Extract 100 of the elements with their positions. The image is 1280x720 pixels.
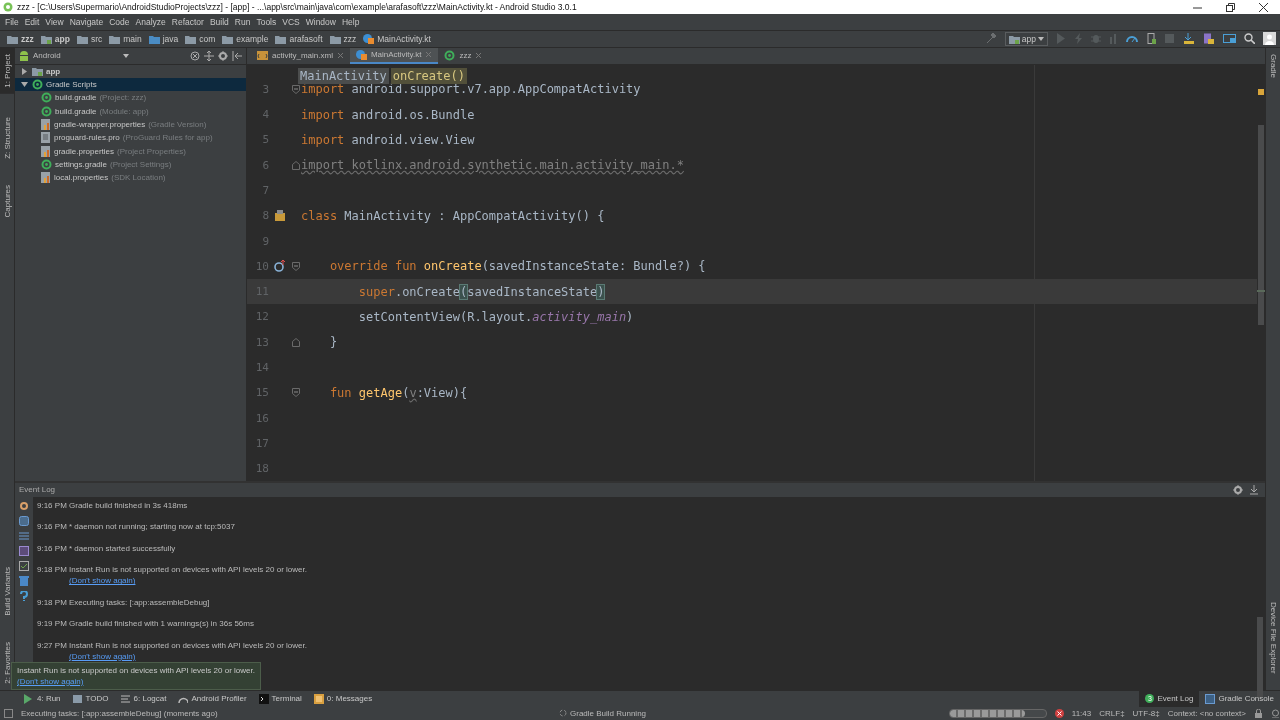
scrollbar-thumb[interactable] — [1258, 124, 1264, 325]
breadcrumb-item[interactable]: java — [145, 33, 183, 44]
link[interactable]: (Don't show again) — [69, 650, 136, 662]
device-icon[interactable] — [1146, 33, 1156, 45]
breadcrumb-item[interactable]: MainActivity.kt — [360, 33, 435, 45]
lines-icon[interactable] — [19, 530, 29, 542]
trash-icon[interactable] — [19, 575, 29, 587]
fold-icon[interactable] — [292, 84, 300, 94]
hammer-icon[interactable] — [985, 33, 997, 45]
breadcrumb-item[interactable]: src — [73, 33, 107, 44]
collapsed-arrow-icon[interactable] — [20, 67, 28, 75]
breadcrumb-item[interactable]: arafasoft — [272, 33, 327, 44]
menu-item[interactable]: Code — [106, 16, 133, 27]
user-icon[interactable] — [1263, 32, 1276, 46]
log-message: Executing tasks: [:app:assembleDebug] — [69, 596, 210, 608]
breadcrumb-item[interactable]: zzz — [4, 33, 38, 44]
breadcrumb-item[interactable]: com — [182, 33, 220, 44]
menu-item[interactable]: Analyze — [132, 16, 169, 27]
run-configuration-dropdown[interactable]: app — [1004, 31, 1048, 46]
menu-item[interactable]: Tools — [253, 16, 280, 27]
editor-tab[interactable]: zzz — [438, 47, 489, 64]
layout-icon[interactable] — [1223, 33, 1236, 45]
breadcrumb-item[interactable]: example — [219, 33, 273, 44]
checkbox-icon[interactable] — [4, 708, 13, 718]
tool-window-button[interactable]: Terminal — [252, 690, 308, 707]
menu-item[interactable]: View — [42, 16, 67, 27]
expanded-arrow-icon[interactable] — [20, 81, 28, 89]
close-icon[interactable] — [1259, 2, 1268, 12]
cancel-icon[interactable] — [1054, 708, 1064, 718]
search-icon[interactable] — [1244, 33, 1255, 45]
line-number: 8 — [261, 209, 269, 223]
line-number: 17 — [254, 436, 269, 450]
view-selector-dropdown[interactable]: Android — [19, 50, 129, 62]
menu-item[interactable]: Refactor — [168, 16, 207, 27]
tool-window-tab[interactable]: Z: Structure — [0, 111, 14, 166]
link[interactable]: (Don't show again) — [69, 575, 136, 587]
context-label[interactable]: Context: <no context> — [1167, 708, 1246, 718]
caret-icon — [123, 53, 129, 58]
fold-end-icon[interactable] — [292, 337, 300, 347]
log-time: 9:16 PM — [37, 499, 68, 511]
breadcrumb-item[interactable]: onCreate() — [390, 67, 467, 84]
balloon-icon[interactable] — [19, 515, 29, 527]
menu-item[interactable]: Help — [338, 16, 363, 27]
hide-icon[interactable] — [232, 50, 242, 61]
settings-icon[interactable] — [218, 50, 228, 61]
line-separator[interactable]: CRLF‡ — [1099, 708, 1125, 718]
inspector-icon[interactable] — [1271, 708, 1280, 718]
restore-icon[interactable] — [1226, 2, 1235, 12]
collapse-icon[interactable] — [204, 50, 214, 61]
code-line: import android.support.v7.app.AppCompatActivity — [301, 82, 641, 97]
tree-item[interactable]: Gradle Scripts — [15, 77, 246, 92]
menu-item[interactable]: Run — [231, 16, 254, 27]
tool-window-tab[interactable]: 2: Favorites — [0, 635, 14, 690]
link[interactable]: (Don't show again) — [17, 675, 84, 687]
line-number: 12 — [254, 310, 269, 324]
breadcrumb-item[interactable]: main — [106, 33, 146, 44]
checkbox-icon[interactable] — [19, 560, 29, 572]
override-marker-icon[interactable] — [274, 260, 286, 273]
line-number: 10 — [254, 259, 269, 273]
settings-icon[interactable] — [1233, 484, 1243, 495]
fold-icon[interactable] — [292, 388, 300, 398]
tool-window-button[interactable]: Gradle Console — [1199, 690, 1280, 707]
window-icon[interactable] — [19, 545, 29, 557]
file-encoding[interactable]: UTF-8‡ — [1132, 708, 1160, 718]
line-number: 3 — [261, 82, 269, 96]
task-label: Gradle Build Running — [570, 708, 647, 718]
help-icon[interactable] — [19, 590, 29, 602]
breadcrumb-item[interactable]: app — [37, 33, 74, 44]
avd-icon[interactable] — [1203, 33, 1215, 45]
tree-item[interactable]: app — [15, 64, 246, 78]
fold-icon[interactable] — [292, 261, 300, 271]
tool-window-tab[interactable]: Gradle — [1266, 47, 1280, 84]
tool-window-tab[interactable]: Build Variants — [0, 561, 14, 622]
menu-item[interactable]: Edit — [21, 16, 43, 27]
hide-icon[interactable] — [1249, 484, 1259, 495]
tool-window-button[interactable]: 4: Run — [18, 690, 67, 707]
tool-window-button[interactable]: Android Profiler — [172, 690, 253, 707]
gauge-icon[interactable] — [1126, 33, 1138, 45]
menu-item[interactable]: Navigate — [66, 16, 107, 27]
fold-end-icon[interactable] — [292, 160, 300, 170]
caret-position[interactable]: 11:43 — [1071, 708, 1092, 718]
tool-window-tab[interactable]: Device File Explorer — [1266, 596, 1280, 680]
lock-icon[interactable] — [1254, 708, 1263, 718]
properties-file-icon — [41, 145, 51, 157]
menu-item[interactable]: File — [2, 16, 22, 27]
tool-window-button[interactable]: TODO — [66, 690, 115, 707]
breadcrumb-item[interactable]: MainActivity — [298, 67, 389, 84]
sdk-download-icon[interactable] — [1183, 33, 1195, 45]
menu-item[interactable]: VCS — [279, 16, 303, 27]
tool-window-tab[interactable]: Captures — [0, 179, 14, 224]
menu-item[interactable]: Build — [206, 16, 232, 27]
breadcrumb-item[interactable]: zzz — [326, 33, 361, 44]
tool-window-button[interactable]: 0: Messages — [307, 690, 379, 707]
tool-window-button[interactable]: 6: Logcat — [114, 690, 173, 707]
scrollbar-thumb[interactable] — [1257, 616, 1263, 697]
editor-tab[interactable]: activity_main.xml — [251, 47, 350, 64]
panel-title: Event Log — [19, 485, 56, 495]
tool-window-tab[interactable]: 1: Project — [0, 47, 14, 94]
target-icon[interactable] — [190, 50, 200, 61]
menu-item[interactable]: Window — [302, 16, 339, 27]
